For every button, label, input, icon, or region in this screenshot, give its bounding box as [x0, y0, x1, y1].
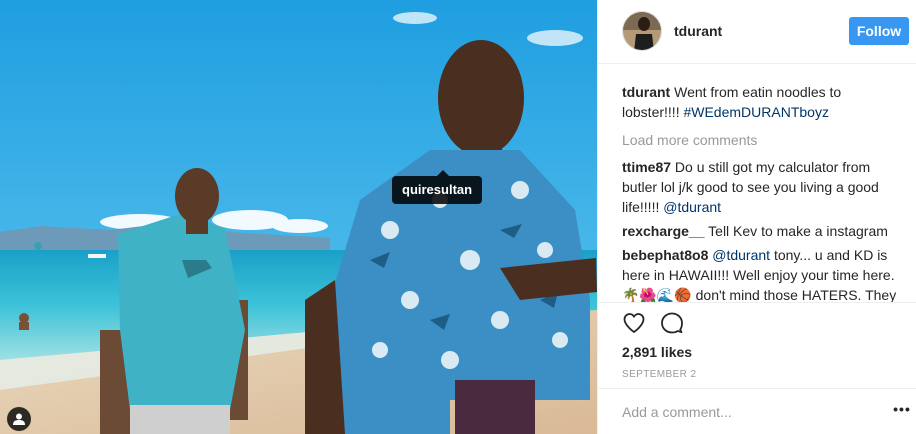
author-avatar[interactable] [622, 11, 662, 51]
caption-username[interactable]: tdurant [622, 84, 670, 100]
add-comment-bar: ••• [598, 388, 916, 434]
comment-item: bebephat8o8 @tdurant tony... u and KD is… [622, 245, 902, 302]
likes-count[interactable]: 2,891 likes [622, 344, 692, 360]
comment-mention[interactable]: @tdurant [712, 247, 770, 263]
caption-hashtag[interactable]: #WEdemDURANTboyz [683, 104, 828, 120]
comment-item: rexcharge__ Tell Kev to make a instagram [622, 221, 902, 241]
add-comment-input[interactable] [622, 402, 862, 422]
comment-username[interactable]: rexcharge__ [622, 223, 705, 239]
post-side-panel: tdurant Follow tdurant Went from eatin n… [597, 0, 916, 434]
photo-person-tag[interactable]: quiresultan [392, 170, 483, 204]
more-options-button[interactable]: ••• [892, 402, 912, 422]
comments-list[interactable]: tdurant Went from eatin noodles to lobst… [622, 82, 902, 302]
comment-mention[interactable]: @tdurant [663, 199, 721, 215]
post-actions: 2,891 likes SEPTEMBER 2 [598, 302, 916, 388]
author-username[interactable]: tdurant [674, 23, 722, 39]
post-header: tdurant Follow [598, 0, 916, 64]
comment-username[interactable]: ttime87 [622, 159, 671, 175]
caption: tdurant Went from eatin noodles to lobst… [622, 82, 902, 122]
load-more-comments-link[interactable]: Load more comments [622, 130, 902, 150]
comment-text: Tell Kev to make a instagram [708, 223, 888, 239]
speech-bubble-icon[interactable] [658, 309, 686, 337]
post-date: SEPTEMBER 2 [622, 369, 697, 380]
post-photo[interactable]: quiresultan [0, 0, 597, 434]
heart-outline-icon[interactable] [620, 309, 648, 337]
follow-button[interactable]: Follow [849, 17, 909, 45]
person-tag-icon[interactable] [7, 407, 31, 431]
comment-username[interactable]: bebephat8o8 [622, 247, 708, 263]
comment-item: ttime87 Do u still got my calculator fro… [622, 157, 902, 217]
beach-scene-image [0, 0, 597, 434]
